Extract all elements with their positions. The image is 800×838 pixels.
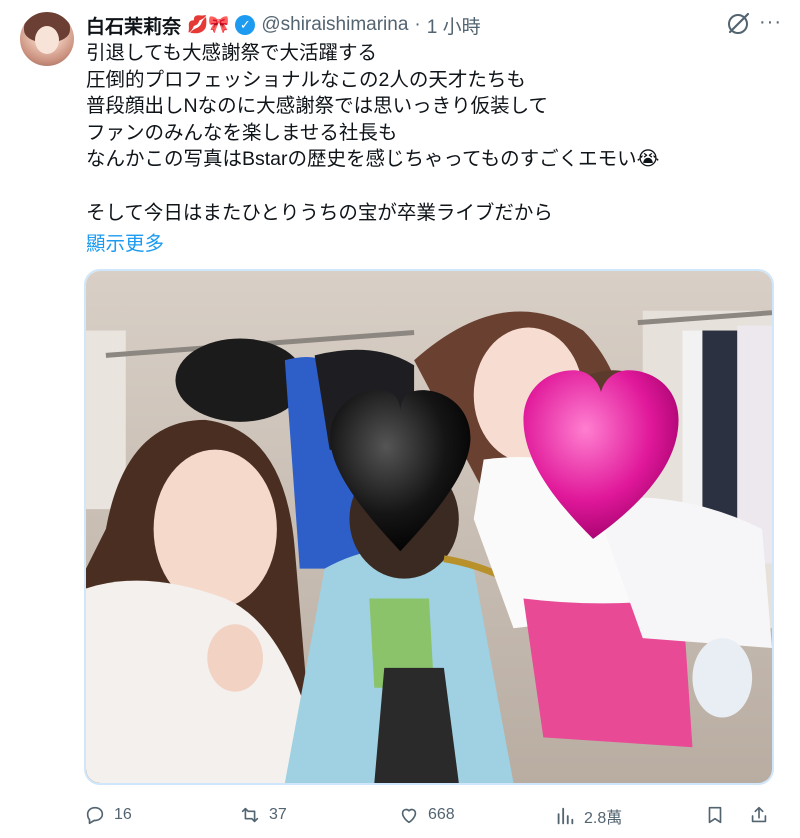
reply-icon bbox=[86, 806, 104, 825]
tweet-timestamp[interactable]: 1 小時 bbox=[427, 12, 481, 39]
views-count: 2.8萬 bbox=[584, 810, 623, 827]
bookmark-icon bbox=[708, 806, 722, 824]
share-button[interactable] bbox=[748, 804, 770, 826]
tweet-photo[interactable] bbox=[84, 269, 774, 785]
retweet-count: 37 bbox=[269, 806, 287, 823]
tweet-text: 引退しても大感謝祭で大活躍する 圧倒的プロフェッショナルなこの2人の天才たちも … bbox=[86, 40, 776, 226]
retweet-icon bbox=[241, 807, 259, 823]
tweet-line: 普段顔出しNなのに大感謝祭では思いっきり仮装して bbox=[86, 95, 548, 118]
bookmark-button[interactable] bbox=[704, 804, 726, 826]
views-chart-icon bbox=[557, 807, 574, 825]
group-photo bbox=[86, 271, 772, 783]
heart-icon bbox=[401, 808, 417, 824]
tweet-line: 圧倒的プロフェッショナルなこの2人の天才たちも bbox=[86, 68, 526, 91]
more-options-icon[interactable]: ··· bbox=[759, 12, 782, 32]
separator-dot: · bbox=[414, 14, 421, 35]
tweet-header: 白石茉莉奈 💋🎀 ✓ @shiraishimarina · 1 小時 bbox=[86, 12, 780, 38]
grok-icon[interactable] bbox=[724, 10, 752, 38]
author-avatar[interactable] bbox=[20, 12, 74, 66]
tweet-line: ファンのみんなを楽しませる社長も bbox=[86, 121, 398, 144]
tweet-line: 引退しても大感謝祭で大活躍する bbox=[86, 42, 377, 64]
author-handle[interactable]: @shiraishimarina bbox=[261, 14, 408, 36]
share-icon bbox=[751, 806, 767, 823]
author-name[interactable]: 白石茉莉奈 bbox=[86, 12, 181, 39]
reply-count: 16 bbox=[114, 806, 132, 823]
tweet-line: そして今日はまたひとりうちの宝が卒業ライブだから bbox=[86, 201, 553, 224]
show-more-link[interactable]: 顯示更多 bbox=[86, 227, 164, 256]
verified-badge-icon: ✓ bbox=[235, 15, 256, 35]
views-button[interactable]: 2.8萬 bbox=[554, 804, 622, 828]
like-count: 668 bbox=[428, 806, 455, 823]
author-emojis: 💋🎀 bbox=[187, 15, 230, 34]
tweet-actions: 16 37 668 2.8萬 bbox=[84, 800, 774, 832]
tweet-line: なんかこの写真はBstarの歴史を感じちゃってものすごくエモい😭 bbox=[86, 148, 660, 171]
reply-button[interactable]: 16 bbox=[84, 804, 132, 826]
retweet-button[interactable]: 37 bbox=[239, 804, 287, 826]
like-button[interactable]: 668 bbox=[398, 804, 455, 826]
